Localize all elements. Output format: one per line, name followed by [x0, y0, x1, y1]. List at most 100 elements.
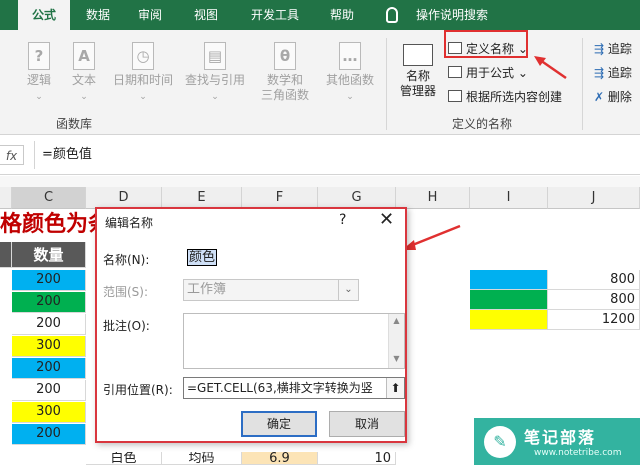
sheet-title: 格颜色为条	[0, 212, 100, 237]
row-header-corner[interactable]	[0, 187, 12, 209]
text-button[interactable]: A 文本 ⌄	[66, 42, 102, 105]
column-header-e[interactable]: E	[162, 187, 242, 209]
sum-cell[interactable]: 800	[548, 270, 640, 290]
ok-button[interactable]: 确定	[241, 411, 317, 437]
name-input[interactable]: 颜色	[183, 247, 403, 269]
color-swatch-cell[interactable]	[470, 310, 548, 330]
comment-textarea[interactable]: ▲ ▼	[183, 313, 405, 369]
defined-names-group-label: 定义的名称	[452, 117, 513, 131]
column-header-g[interactable]: G	[318, 187, 396, 209]
red-arrow-icon	[402, 224, 461, 250]
name-input-value: 颜色	[187, 249, 218, 266]
trace-dependents-label: 追踪	[607, 66, 632, 80]
tab-help[interactable]: 帮助	[322, 0, 362, 30]
comment-scrollbar[interactable]: ▲ ▼	[388, 314, 404, 368]
insert-function-icon[interactable]: fx	[0, 145, 24, 165]
use-in-formula-button[interactable]: 用于公式 ⌄	[448, 64, 528, 82]
more-functions-button[interactable]: … 其他函数 ⌄	[322, 42, 378, 105]
refers-to-value: =GET.CELL(63,横排文字转换为竖	[187, 381, 373, 395]
qty-cell[interactable]: 300	[12, 402, 86, 423]
tab-developer[interactable]: 开发工具	[240, 0, 310, 30]
bottom-cell-d[interactable]: 白色	[86, 452, 162, 465]
watermark-title: 笔记部落	[524, 428, 597, 447]
help-icon[interactable]: ?	[339, 212, 346, 228]
tab-review[interactable]: 审阅	[130, 0, 170, 30]
trace-dependents-icon: ⇶	[594, 66, 605, 80]
name-label: 名称(N):	[103, 253, 150, 267]
comment-label: 批注(O):	[103, 319, 150, 333]
qty-cell[interactable]: 300	[12, 336, 86, 357]
name-manager-button[interactable]: 名称 管理器	[394, 44, 442, 99]
group-separator	[582, 38, 583, 130]
tab-data[interactable]: 数据	[78, 0, 118, 30]
sum-cell[interactable]: 800	[548, 290, 640, 310]
bottom-cell-f[interactable]: 6.9	[242, 452, 318, 465]
qty-cell[interactable]: 200	[12, 380, 86, 401]
refers-to-input[interactable]: =GET.CELL(63,横排文字转换为竖 ⬆	[183, 377, 405, 399]
column-header-f[interactable]: F	[242, 187, 318, 209]
question-mark-icon: ?	[28, 42, 50, 70]
close-icon[interactable]: ✕	[379, 209, 394, 230]
clock-icon: ◷	[132, 42, 154, 70]
qty-cell[interactable]: 200	[12, 424, 86, 445]
highlight-box-define-name	[444, 30, 528, 58]
date-time-button[interactable]: ◷ 日期和时间 ⌄	[108, 42, 178, 105]
lookup-reference-button[interactable]: ▤ 查找与引用 ⌄	[180, 42, 250, 105]
math-label: 数学和	[266, 73, 303, 87]
create-from-selection-label: 根据所选内容创建	[466, 90, 563, 104]
math-trig-button[interactable]: θ 数学和 三角函数	[254, 42, 316, 103]
formula-content[interactable]: =颜色值	[42, 145, 92, 165]
column-header-i[interactable]: I	[470, 187, 548, 209]
trace-dependents-button[interactable]: ⇶ 追踪	[594, 64, 632, 82]
name-manager-label: 名称	[405, 69, 430, 83]
qty-cell[interactable]: 200	[12, 358, 86, 379]
logical-label: 逻辑	[26, 73, 51, 87]
bottom-cell-e[interactable]: 均码	[162, 452, 242, 465]
collapse-dialog-icon[interactable]: ⬆	[386, 378, 404, 398]
red-arrow-icon	[534, 56, 567, 80]
formula-bar: fx =颜色值	[0, 135, 640, 175]
formula-icon	[448, 66, 462, 78]
text-label: 文本	[71, 73, 96, 87]
column-header-c[interactable]: C	[12, 187, 86, 209]
column-header-d[interactable]: D	[86, 187, 162, 209]
color-swatch-cell[interactable]	[470, 290, 548, 310]
trace-precedents-button[interactable]: ⇶ 追踪	[594, 40, 632, 58]
create-from-selection-icon	[448, 90, 462, 102]
trace-precedents-label: 追踪	[607, 42, 632, 56]
scroll-up-icon: ▲	[393, 316, 400, 325]
scope-value: 工作簿	[187, 282, 227, 297]
formula-bar-divider	[34, 141, 35, 169]
scope-select[interactable]: 工作簿 ⌄	[183, 279, 359, 301]
tell-me-search[interactable]: 操作说明搜索	[404, 0, 500, 30]
color-swatch-cell[interactable]	[470, 270, 548, 290]
cancel-button[interactable]: 取消	[329, 411, 405, 437]
sum-cell[interactable]: 1200	[548, 310, 640, 330]
function-library-group-label: 函数库	[56, 117, 93, 131]
bottom-cell-g[interactable]: 10	[318, 452, 396, 465]
create-from-selection-button[interactable]: 根据所选内容创建	[448, 88, 562, 106]
theta-icon: θ	[274, 42, 296, 70]
qty-cell[interactable]: 200	[12, 314, 86, 335]
tab-formulas[interactable]: 公式	[18, 0, 70, 30]
column-header-j[interactable]: J	[548, 187, 640, 209]
more-functions-icon: …	[339, 42, 361, 70]
lookup-label: 查找与引用	[184, 73, 245, 87]
grid-spacer	[0, 176, 640, 187]
logical-button[interactable]: ? 逻辑 ⌄	[22, 42, 56, 105]
trace-precedents-icon: ⇶	[594, 42, 605, 56]
column-header-h[interactable]: H	[396, 187, 470, 209]
qty-cell[interactable]: 200	[12, 270, 86, 291]
watermark-subtitle: www.notetribe.com	[534, 448, 622, 458]
text-a-icon: A	[73, 42, 95, 70]
tab-view[interactable]: 视图	[186, 0, 226, 30]
remove-arrows-button[interactable]: ✗ 删除	[594, 88, 632, 106]
remove-arrows-icon: ✗	[594, 90, 605, 104]
scroll-down-icon: ▼	[393, 354, 400, 363]
qty-cell[interactable]: 200	[12, 292, 86, 313]
dialog-title: 编辑名称	[105, 216, 154, 230]
name-manager-label-2: 管理器	[399, 84, 436, 98]
watermark: ✎ 笔记部落 www.notetribe.com	[474, 418, 640, 465]
ribbon: ? 逻辑 ⌄ A 文本 ⌄ ◷ 日期和时间 ⌄ ▤ 查找与引用 ⌄ θ 数学和 三角函数…	[0, 30, 640, 135]
more-functions-label: 其他函数	[325, 73, 374, 87]
